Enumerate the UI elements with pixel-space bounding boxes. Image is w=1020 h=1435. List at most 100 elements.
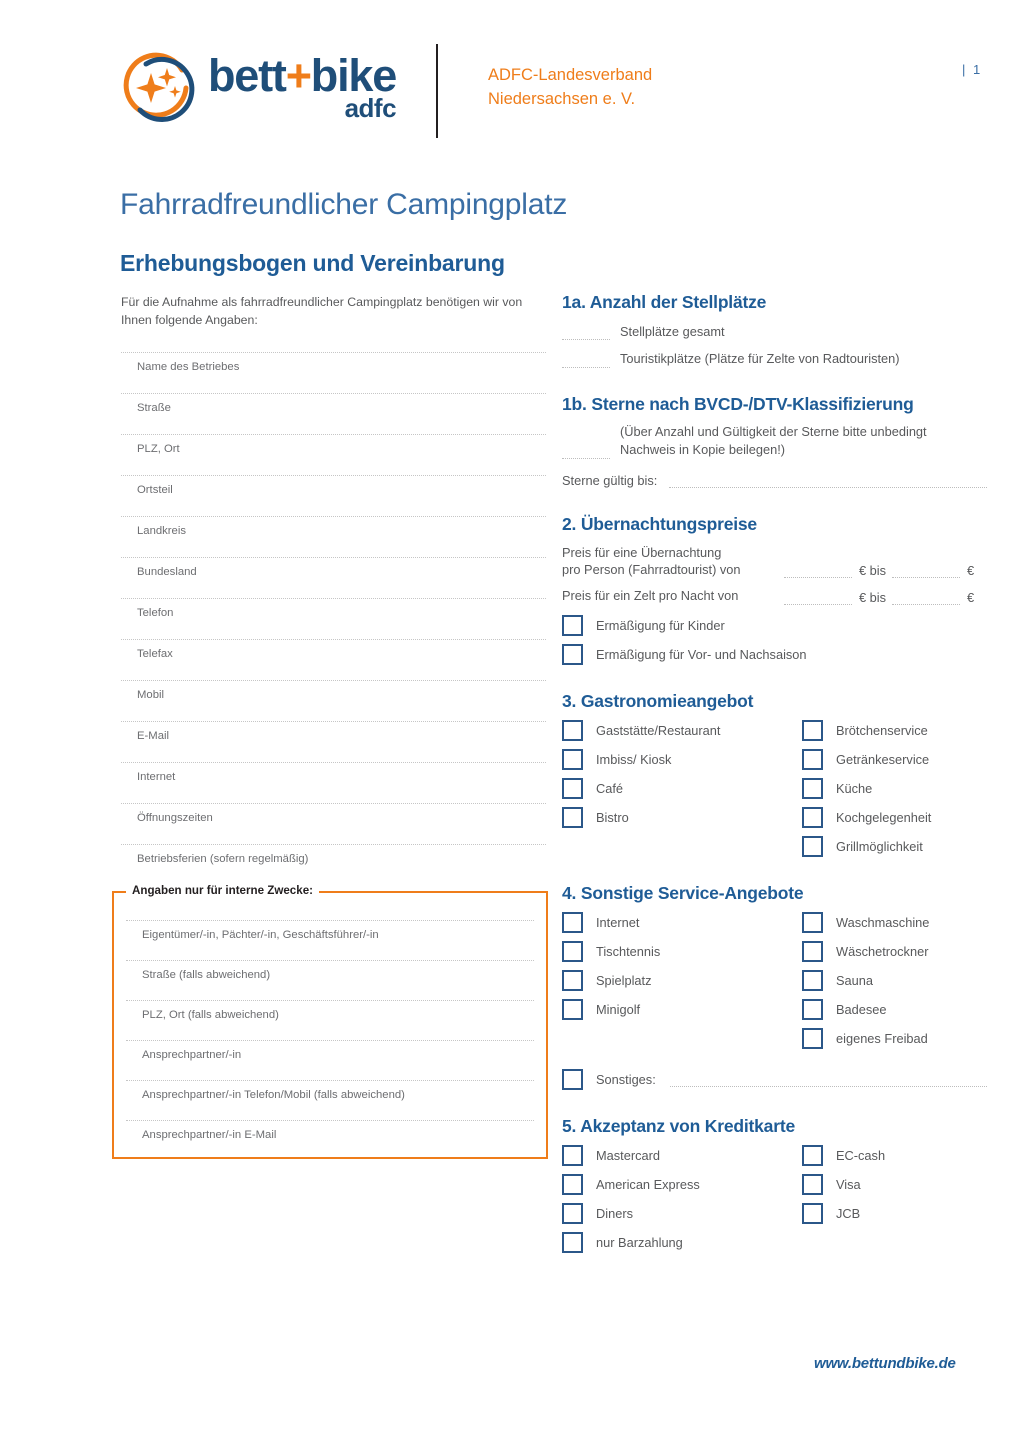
form-field-row[interactable]: Ortsteil (121, 475, 546, 516)
checkbox-row[interactable]: Wäschetrockner (802, 937, 987, 966)
form-field-row[interactable]: Öffnungszeiten (121, 803, 546, 844)
touristikplaetze-row[interactable]: Touristikplätze (Plätze für Zelte von Ra… (562, 350, 987, 368)
checkbox-row[interactable]: Imbiss/ Kiosk (562, 745, 802, 774)
checkbox[interactable] (802, 998, 823, 1020)
checkbox-row[interactable]: Kochgelegenheit (802, 803, 987, 832)
fill-in-line[interactable] (562, 325, 610, 341)
checkbox-row[interactable]: Minigolf (562, 995, 802, 1024)
checkbox-row[interactable]: Küche (802, 774, 987, 803)
form-field-row[interactable]: Name des Betriebes (121, 352, 546, 393)
checkbox-row[interactable]: Internet (562, 908, 802, 937)
form-field-row[interactable]: Mobil (121, 680, 546, 721)
fill-in-line-from[interactable] (784, 590, 852, 605)
section-3-column-1: Gaststätte/Restaurant Imbiss/ Kiosk Café… (562, 716, 802, 861)
form-field-row[interactable]: Telefax (121, 639, 546, 680)
checkbox[interactable] (562, 1068, 583, 1090)
fill-in-line[interactable] (669, 473, 987, 488)
checkbox[interactable] (562, 643, 583, 665)
checkbox[interactable] (802, 1173, 823, 1195)
checkbox[interactable] (802, 940, 823, 962)
checkbox-row[interactable]: Spielplatz (562, 966, 802, 995)
checkbox-row[interactable]: Grillmöglichkeit (802, 832, 987, 861)
checkbox-row[interactable]: Visa (802, 1170, 987, 1199)
checkbox-row[interactable]: Gaststätte/Restaurant (562, 716, 802, 745)
checkbox[interactable] (802, 1027, 823, 1049)
fill-in-line-from[interactable] (784, 563, 852, 579)
checkbox-row[interactable]: Tischtennis (562, 937, 802, 966)
checkbox[interactable] (802, 911, 823, 933)
form-field-row[interactable]: Telefon (121, 598, 546, 639)
checkbox[interactable] (562, 1231, 583, 1253)
checkbox-row[interactable]: Bistro (562, 803, 802, 832)
footer-website-url[interactable]: www.bettundbike.de (814, 1355, 956, 1372)
checkbox[interactable] (562, 614, 583, 636)
form-field-row[interactable]: Straße (falls abweichend) (126, 960, 534, 1000)
sterne-note-row[interactable]: (Über Anzahl und Gültigkeit der Sterne b… (562, 423, 987, 459)
checkbox-row[interactable]: Diners (562, 1199, 802, 1228)
checkbox[interactable] (802, 969, 823, 991)
fill-in-line[interactable] (562, 444, 610, 459)
checkbox-row[interactable]: Sauna (802, 966, 987, 995)
form-field-row[interactable]: Bundesland (121, 557, 546, 598)
checkbox[interactable] (562, 777, 583, 799)
checkbox[interactable] (562, 719, 583, 741)
checkbox[interactable] (562, 998, 583, 1020)
checkbox-label: Diners (596, 1205, 633, 1221)
checkbox-row[interactable]: Waschmaschine (802, 908, 987, 937)
checkbox-row[interactable]: Ermäßigung für Kinder (562, 611, 987, 640)
checkbox-label: Sauna (836, 972, 874, 988)
checkbox[interactable] (562, 806, 583, 828)
row-label: Preis für ein Zelt pro Nacht von (562, 588, 739, 604)
form-field-row[interactable]: E-Mail (121, 721, 546, 762)
checkbox-row[interactable]: Brötchenservice (802, 716, 987, 745)
checkbox[interactable] (562, 748, 583, 770)
checkbox-row[interactable]: Getränkeservice (802, 745, 987, 774)
checkbox[interactable] (562, 1173, 583, 1195)
price-per-tent-row[interactable]: Preis für ein Zelt pro Nacht von € bis € (562, 587, 987, 605)
checkbox-row[interactable]: Mastercard (562, 1141, 802, 1170)
form-field-row[interactable]: Ansprechpartner/-in E-Mail (126, 1120, 534, 1160)
form-field-row[interactable]: Landkreis (121, 516, 546, 557)
checkbox[interactable] (562, 911, 583, 933)
checkbox-row[interactable]: eigenes Freibad (802, 1024, 987, 1053)
checkbox-row[interactable]: Café (562, 774, 802, 803)
fill-in-line[interactable] (669, 1072, 987, 1087)
checkbox-label: nur Barzahlung (596, 1234, 683, 1250)
checkbox-row[interactable]: Badesee (802, 995, 987, 1024)
checkbox[interactable] (562, 1202, 583, 1224)
price-per-person-row[interactable]: Preis für eine Übernachtung pro Person (… (562, 544, 987, 579)
checkbox[interactable] (802, 777, 823, 799)
checkbox[interactable] (562, 940, 583, 962)
checkbox[interactable] (562, 1144, 583, 1166)
sonstiges-row[interactable]: Sonstiges: (562, 1068, 987, 1090)
form-field-row[interactable]: PLZ, Ort (falls abweichend) (126, 1000, 534, 1040)
fill-in-line-to[interactable] (892, 590, 961, 605)
form-field-row[interactable]: Straße (121, 393, 546, 434)
checkbox-row[interactable]: JCB (802, 1199, 987, 1228)
section-5-checkbox-columns: Mastercard American Express Diners nur B… (562, 1141, 987, 1257)
unit-label: € (967, 589, 975, 605)
section-1a: 1a. Anzahl der Stellplätze Stellplätze g… (562, 292, 987, 368)
fill-in-line[interactable] (562, 353, 610, 368)
checkbox[interactable] (562, 969, 583, 991)
checkbox[interactable] (802, 806, 823, 828)
form-field-row[interactable]: Eigentümer/-in, Pächter/-in, Geschäftsfü… (126, 920, 534, 960)
fill-in-line-to[interactable] (892, 563, 961, 579)
checkbox[interactable] (802, 719, 823, 741)
form-field-row[interactable]: Ansprechpartner/-in Telefon/Mobil (falls… (126, 1080, 534, 1120)
checkbox-row[interactable]: American Express (562, 1170, 802, 1199)
form-field-row[interactable]: Ansprechpartner/-in (126, 1040, 534, 1080)
checkbox[interactable] (802, 748, 823, 770)
checkbox[interactable] (802, 1202, 823, 1224)
form-field-row[interactable]: Internet (121, 762, 546, 803)
form-field-row[interactable]: PLZ, Ort (121, 434, 546, 475)
checkbox-row[interactable]: Ermäßigung für Vor- und Nachsaison (562, 640, 987, 669)
checkbox[interactable] (802, 835, 823, 857)
stellplaetze-gesamt-row[interactable]: Stellplätze gesamt (562, 323, 987, 341)
checkbox-row[interactable]: nur Barzahlung (562, 1228, 802, 1257)
sterne-gueltig-bis-row[interactable]: Sterne gültig bis: (562, 473, 987, 488)
checkbox[interactable] (802, 1144, 823, 1166)
form-field-row[interactable]: Betriebsferien (sofern regelmäßig) (121, 844, 546, 885)
checkbox-row[interactable]: EC-cash (802, 1141, 987, 1170)
internal-use-legend: Angaben nur für interne Zwecke: (126, 884, 320, 897)
